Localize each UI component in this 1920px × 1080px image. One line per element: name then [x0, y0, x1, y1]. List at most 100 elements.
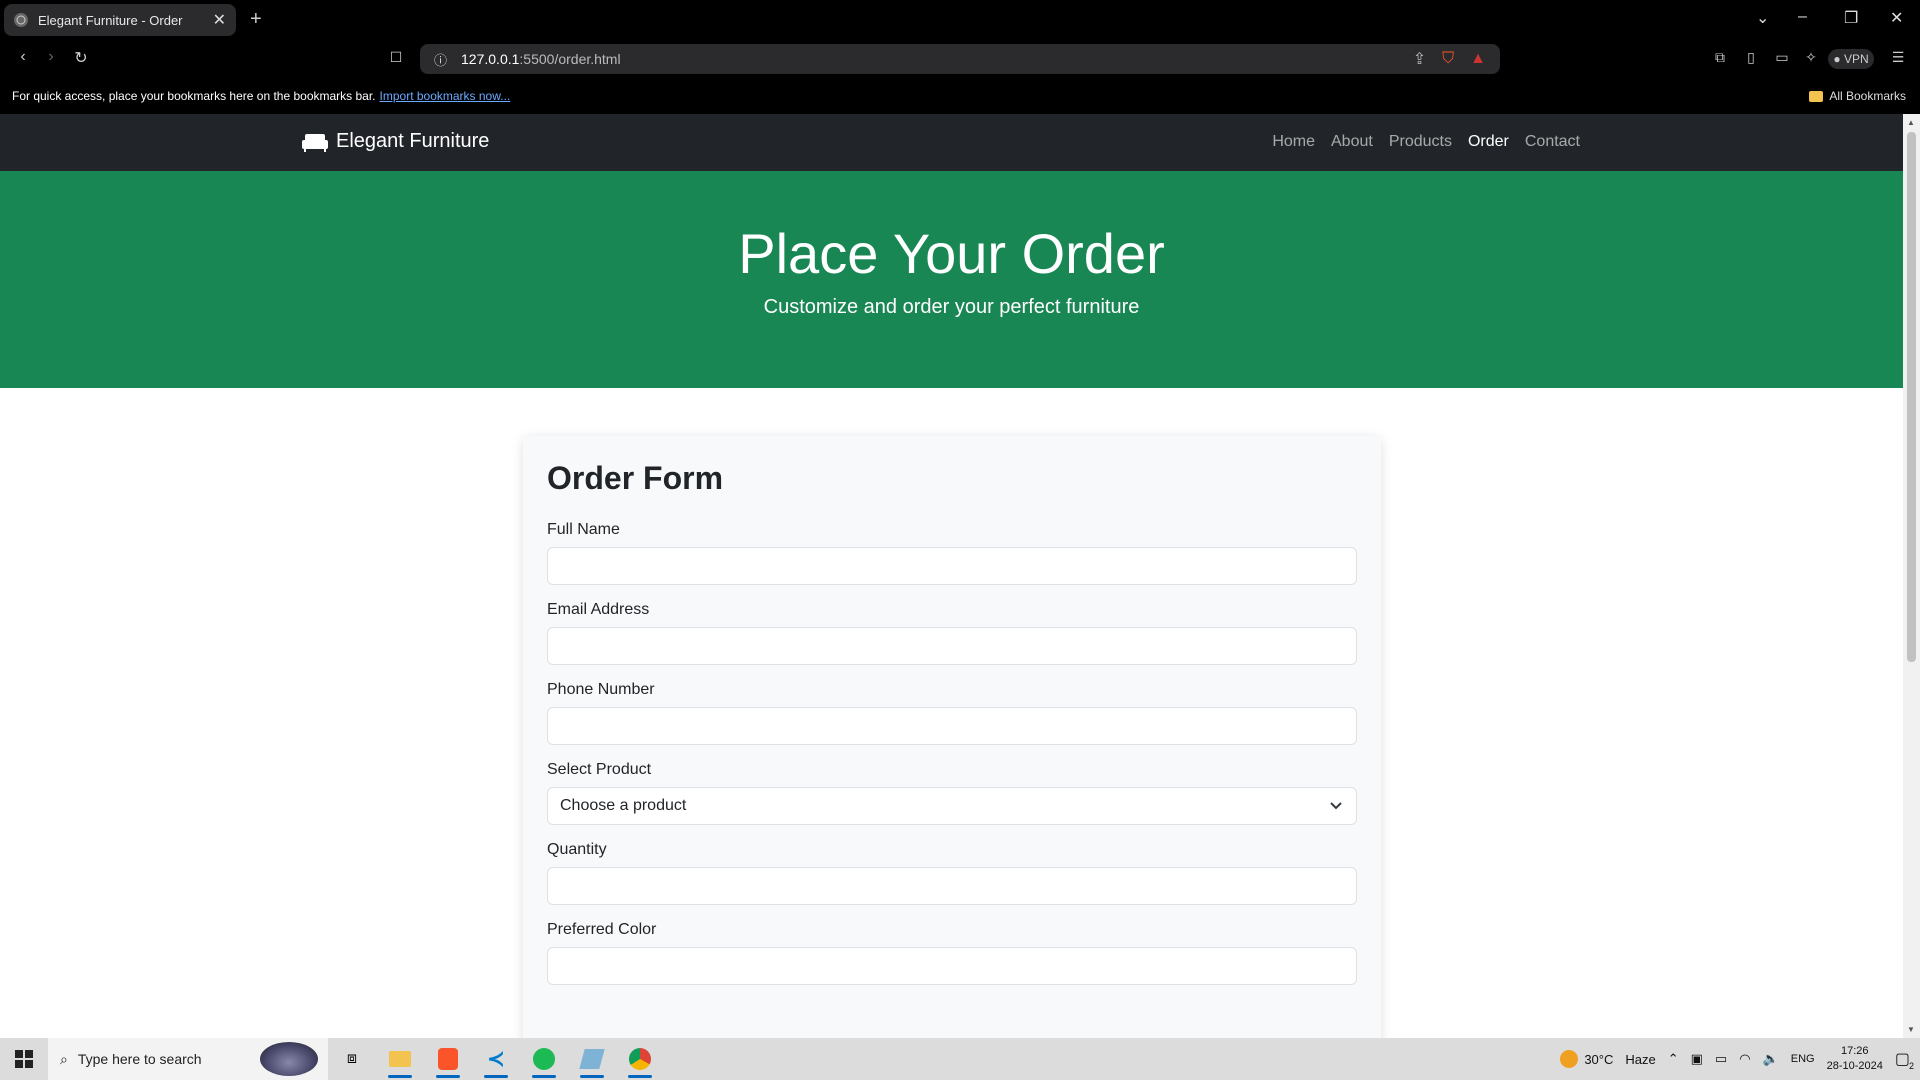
- app-icon[interactable]: [568, 1038, 616, 1080]
- folder-icon: [1809, 90, 1824, 102]
- color-input[interactable]: [547, 947, 1357, 985]
- wallet-icon[interactable]: ▭: [1772, 49, 1792, 69]
- chevron-down-icon: [1330, 802, 1342, 810]
- sidebar-icon[interactable]: ▯: [1741, 49, 1761, 69]
- tab-title: Elegant Furniture - Order: [38, 12, 183, 28]
- browser-tab-bar: Elegant Furniture - Order ✕ + ⌄ – ❐ ✕: [0, 0, 1920, 40]
- order-form-card: Order Form Full Name Email Address Phone…: [523, 436, 1381, 1038]
- brand-name: Elegant Furniture: [336, 130, 490, 152]
- chrome-icon[interactable]: [616, 1038, 664, 1080]
- quantity-group: Quantity: [547, 841, 1357, 905]
- extensions-icon[interactable]: ⧉: [1710, 49, 1730, 69]
- system-tray: 30°C Haze ⌃ ▣ ▭ ◠ 🔈 ENG 17:26 28-10-2024…: [1560, 1038, 1920, 1080]
- web-page: Elegant Furniture Home About Products Or…: [0, 114, 1903, 1038]
- brave-rewards-icon[interactable]: ▲: [1470, 50, 1486, 68]
- minimize-button[interactable]: –: [1798, 8, 1807, 26]
- restore-button[interactable]: ❐: [1844, 8, 1858, 28]
- nav-order[interactable]: Order: [1468, 133, 1509, 151]
- clock-time: 17:26: [1840, 1045, 1869, 1057]
- new-tab-button[interactable]: +: [250, 8, 262, 31]
- full-name-group: Full Name: [547, 521, 1357, 585]
- brave-browser-icon[interactable]: [424, 1038, 472, 1080]
- start-button[interactable]: [0, 1038, 48, 1080]
- meet-icon[interactable]: ▣: [1691, 1051, 1703, 1067]
- vscode-icon[interactable]: ≺: [472, 1038, 520, 1080]
- menu-icon[interactable]: ☰: [1888, 49, 1908, 69]
- tab-search-icon[interactable]: ⌄: [1756, 8, 1769, 28]
- bookmark-icon[interactable]: ☐: [386, 49, 406, 69]
- browser-tab[interactable]: Elegant Furniture - Order ✕: [4, 4, 236, 36]
- all-bookmarks-label: All Bookmarks: [1829, 89, 1906, 103]
- browser-toolbar: ‹ › ↻ ☐ ⓘ 127.0.0.1:5500/order.html ⇪ ⛉ …: [0, 40, 1920, 78]
- color-label: Preferred Color: [547, 921, 657, 938]
- couch-icon: [302, 133, 328, 152]
- site-brand[interactable]: Elegant Furniture: [302, 130, 489, 153]
- volume-icon[interactable]: 🔈: [1763, 1051, 1779, 1067]
- product-select[interactable]: Choose a product: [547, 787, 1357, 825]
- search-highlight-image[interactable]: [260, 1042, 318, 1076]
- notification-count: 2: [1908, 1061, 1914, 1071]
- chevron-up-icon[interactable]: ⌃: [1668, 1051, 1679, 1067]
- quantity-input[interactable]: [547, 867, 1357, 905]
- clock-date: 28-10-2024: [1826, 1060, 1883, 1072]
- product-selected-value: Choose a product: [560, 797, 687, 814]
- weather-widget[interactable]: 30°C Haze: [1560, 1050, 1656, 1068]
- notification-icon[interactable]: ▢ 2: [1895, 1049, 1914, 1071]
- search-icon: ⌕: [60, 1050, 68, 1067]
- all-bookmarks-button[interactable]: All Bookmarks: [1809, 89, 1906, 103]
- clock[interactable]: 17:26 28-10-2024: [1827, 1044, 1883, 1074]
- form-title: Order Form: [547, 460, 724, 496]
- full-name-input[interactable]: [547, 547, 1357, 585]
- weather-desc: Haze: [1625, 1051, 1656, 1067]
- scroll-up-icon[interactable]: ▲: [1907, 118, 1915, 127]
- quantity-label: Quantity: [547, 841, 607, 858]
- close-tab-icon[interactable]: ✕: [213, 10, 226, 30]
- leo-ai-icon[interactable]: ✧: [1801, 49, 1821, 69]
- search-placeholder: Type here to search: [77, 1051, 202, 1067]
- nav-home[interactable]: Home: [1272, 133, 1315, 151]
- scrollbar-thumb[interactable]: [1907, 132, 1916, 662]
- phone-input[interactable]: [547, 707, 1357, 745]
- file-explorer-icon[interactable]: [376, 1038, 424, 1080]
- globe-icon: [14, 13, 28, 27]
- scroll-down-icon[interactable]: ▼: [1907, 1025, 1915, 1034]
- weather-temp: 30°C: [1584, 1051, 1614, 1067]
- battery-icon[interactable]: ▭: [1715, 1051, 1727, 1067]
- nav-products[interactable]: Products: [1389, 133, 1452, 151]
- language-indicator[interactable]: ENG: [1791, 1053, 1815, 1065]
- nav-contact[interactable]: Contact: [1525, 133, 1580, 151]
- vpn-button[interactable]: ● VPN: [1828, 49, 1874, 69]
- page-scrollbar[interactable]: ▲ ▼: [1903, 114, 1920, 1038]
- address-bar[interactable]: ⓘ 127.0.0.1:5500/order.html ⇪ ⛉ ▲: [420, 44, 1500, 74]
- site-navbar: Elegant Furniture Home About Products Or…: [0, 114, 1903, 171]
- url-text: 127.0.0.1:5500/order.html: [461, 51, 621, 67]
- site-info-icon[interactable]: ⓘ: [434, 50, 447, 69]
- import-bookmarks-link[interactable]: Import bookmarks now...: [380, 89, 511, 103]
- back-button[interactable]: ‹: [12, 48, 34, 66]
- share-icon[interactable]: ⇪: [1413, 49, 1426, 69]
- reload-button[interactable]: ↻: [70, 48, 92, 68]
- hero-title: Place Your Order: [738, 222, 1165, 285]
- hero-banner: Place Your Order Customize and order you…: [0, 171, 1903, 388]
- brave-shield-icon[interactable]: ⛉: [1442, 50, 1454, 68]
- weather-haze-icon: [1560, 1050, 1579, 1068]
- phone-group: Phone Number: [547, 681, 1357, 745]
- email-input[interactable]: [547, 627, 1357, 665]
- color-group: Preferred Color: [547, 921, 1357, 985]
- email-group: Email Address: [547, 601, 1357, 665]
- close-window-button[interactable]: ✕: [1890, 8, 1903, 28]
- nav-about[interactable]: About: [1331, 133, 1373, 151]
- product-label: Select Product: [547, 761, 652, 778]
- email-label: Email Address: [547, 601, 650, 618]
- product-group: Select Product Choose a product: [547, 761, 1357, 825]
- nav-links: Home About Products Order Contact: [1272, 133, 1580, 151]
- hero-subtitle: Customize and order your perfect furnitu…: [763, 296, 1140, 318]
- taskbar-search[interactable]: ⌕ Type here to search: [48, 1038, 328, 1080]
- full-name-label: Full Name: [547, 521, 620, 538]
- wifi-icon[interactable]: ◠: [1739, 1051, 1750, 1067]
- forward-button[interactable]: ›: [40, 48, 62, 66]
- task-view-icon[interactable]: ⧈: [328, 1038, 376, 1080]
- windows-logo-icon: [15, 1050, 33, 1068]
- bookmarks-message: For quick access, place your bookmarks h…: [12, 89, 376, 103]
- spotify-icon[interactable]: [520, 1038, 568, 1080]
